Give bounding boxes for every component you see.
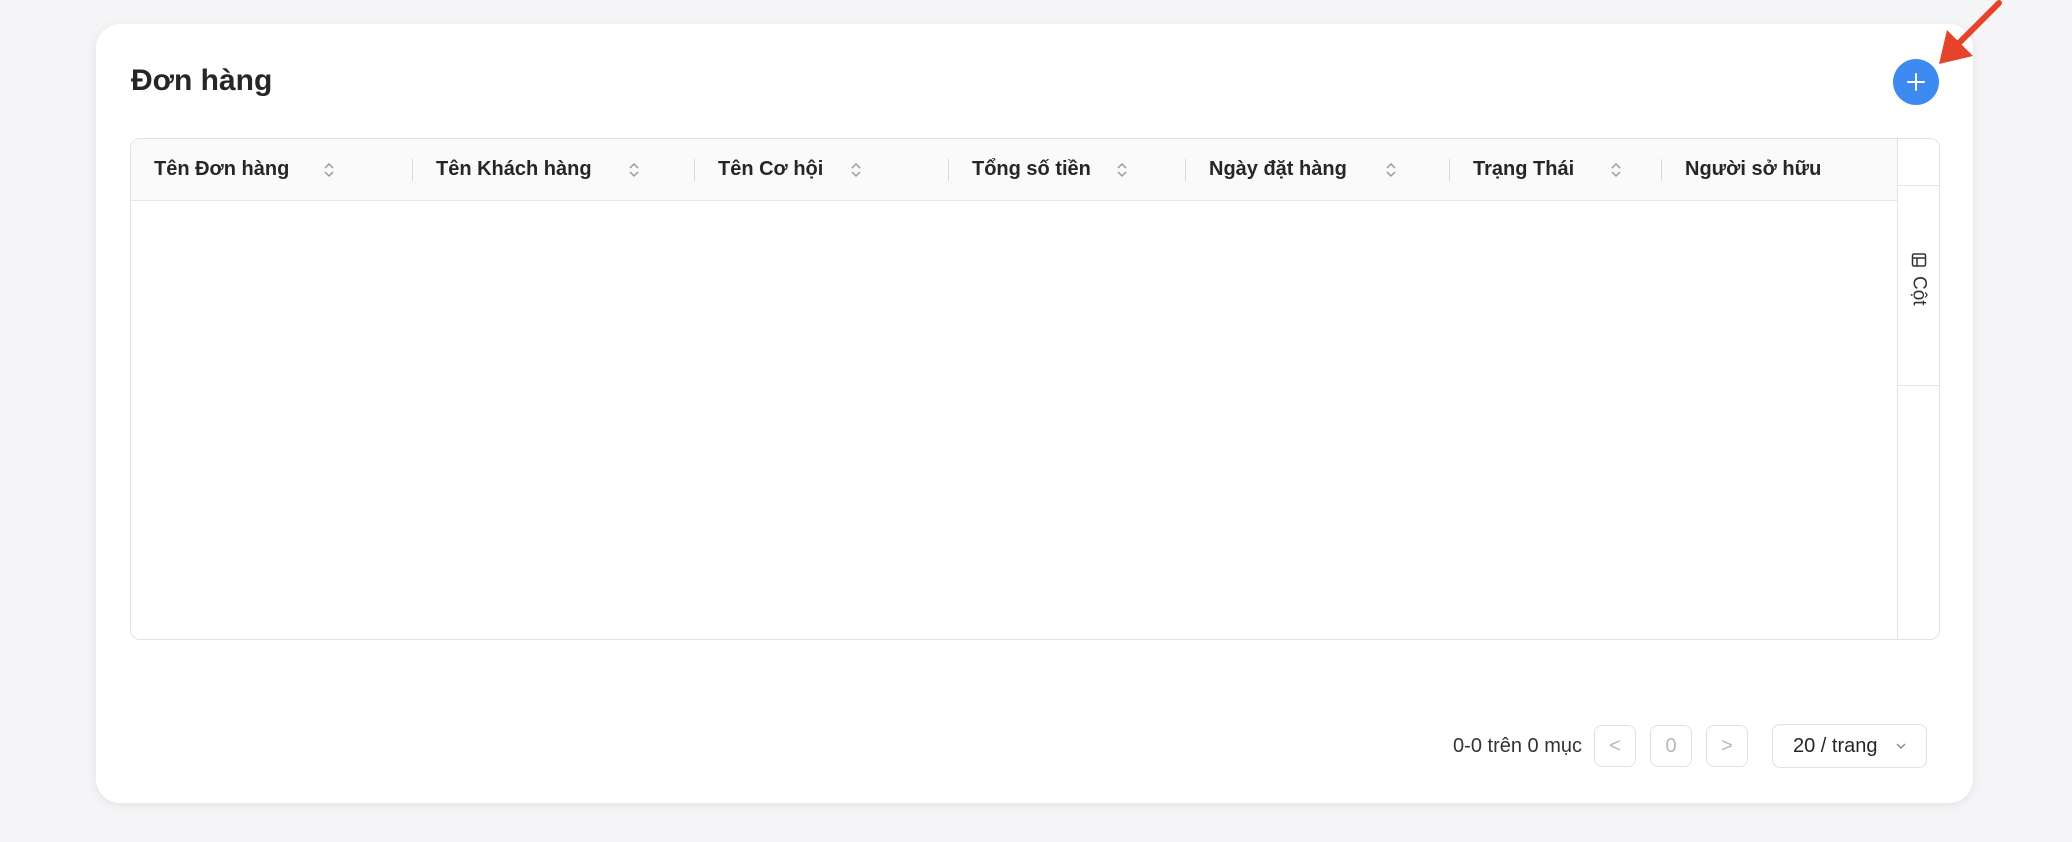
column-header-label: Ngày đặt hàng (1209, 158, 1347, 180)
sort-icon[interactable] (1385, 161, 1397, 179)
column-header-owner[interactable]: Người sở hữu (1662, 139, 1897, 200)
annotation-arrow-icon (1939, 0, 2002, 64)
column-header-customer-name[interactable]: Tên Khách hàng (413, 139, 695, 200)
column-header-order-date[interactable]: Ngày đặt hàng (1186, 139, 1450, 200)
prev-page-button[interactable]: < (1594, 725, 1636, 767)
page-size-value: 20 / trang (1793, 734, 1878, 757)
sort-icon[interactable] (1116, 161, 1128, 179)
page-size-select[interactable]: 20 / trang (1772, 724, 1927, 768)
orders-card: Đơn hàng Tên Đơn hàng Tên Khách hàng Tên… (96, 24, 1973, 803)
sort-icon[interactable] (850, 161, 862, 179)
sort-icon[interactable] (1610, 161, 1622, 179)
chevron-down-icon (1896, 743, 1906, 750)
column-header-label: Trạng Thái (1473, 158, 1575, 180)
column-header-opportunity-name[interactable]: Tên Cơ hội (695, 139, 949, 200)
plus-icon (1907, 73, 1925, 91)
column-header-label: Tên Khách hàng (436, 158, 592, 180)
current-page-indicator[interactable]: 0 (1650, 725, 1692, 767)
column-header-label: Tên Cơ hội (718, 158, 824, 180)
next-page-button[interactable]: > (1706, 725, 1748, 767)
column-header-total-amount[interactable]: Tổng số tiền (949, 139, 1186, 200)
table-side-panel: Cột (1897, 139, 1939, 639)
table-columns-icon (1911, 253, 1926, 267)
column-header-label: Tên Đơn hàng (154, 158, 290, 180)
column-header-status[interactable]: Trạng Thái (1450, 139, 1662, 200)
sort-icon[interactable] (323, 161, 335, 179)
table-header: Tên Đơn hàng Tên Khách hàng Tên Cơ hội T… (131, 139, 1897, 201)
columns-toggle-label: Cột (1908, 276, 1930, 306)
column-header-label: Người sở hữu (1685, 158, 1822, 180)
pagination-range-text: 0-0 trên 0 mục (1453, 734, 1582, 757)
side-panel-cap (1898, 139, 1939, 186)
column-header-order-name[interactable]: Tên Đơn hàng (131, 139, 413, 200)
orders-table: Tên Đơn hàng Tên Khách hàng Tên Cơ hội T… (130, 138, 1940, 640)
column-header-label: Tổng số tiền (972, 158, 1091, 180)
columns-toggle-button[interactable]: Cột (1898, 186, 1939, 386)
page-title: Đơn hàng (131, 64, 273, 97)
sort-icon[interactable] (628, 161, 640, 179)
pagination: 0-0 trên 0 mục < 0 > 20 / trang (1453, 724, 1927, 768)
